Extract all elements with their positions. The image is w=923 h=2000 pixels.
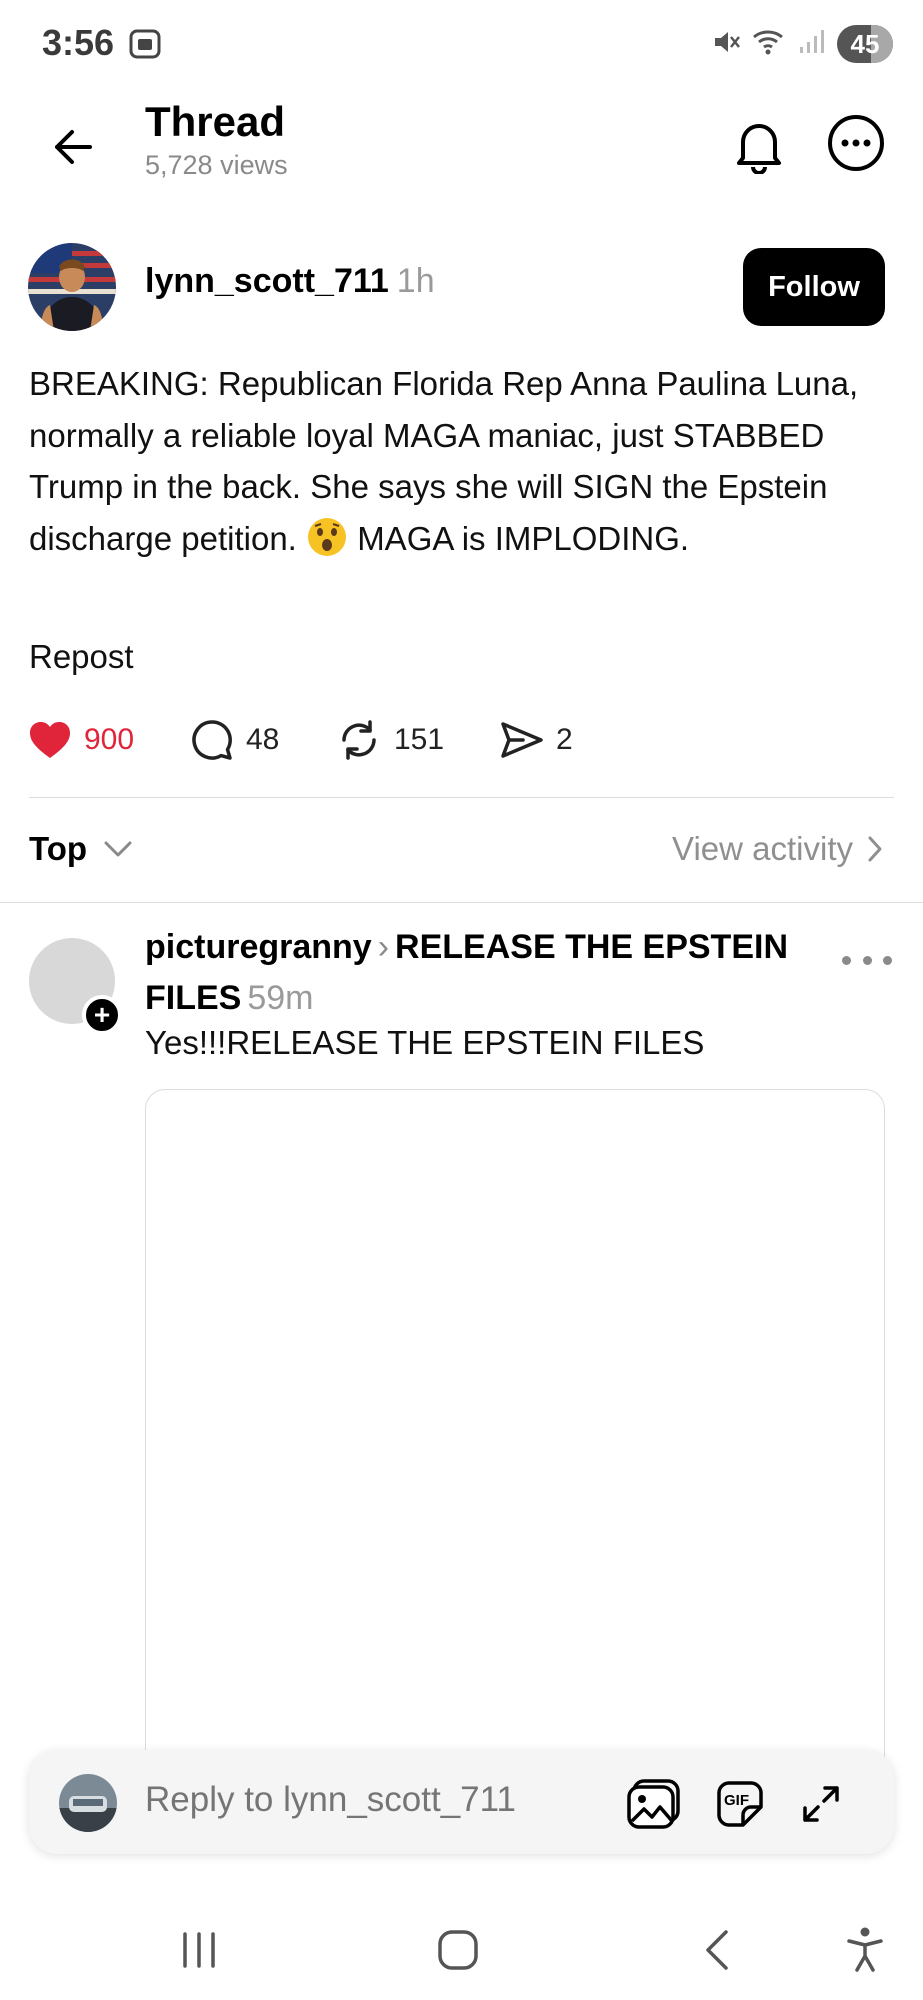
author-row: lynn_scott_711 1h [145,262,435,301]
expand-icon [803,1786,839,1822]
astonished-emoji-icon [306,516,348,558]
dot [842,955,851,965]
recent-apps-icon [183,1932,215,1968]
home-button[interactable] [423,1920,493,1980]
screenshot-icon [128,28,162,60]
battery-indicator: 45 [837,25,893,63]
system-nav-bar [0,1900,923,2000]
repost-label: Repost [29,638,134,675]
reply-more-button[interactable] [842,940,892,980]
home-icon [438,1930,478,1970]
send-icon [501,722,543,758]
arrow-left-icon [55,130,92,164]
system-back-button[interactable] [682,1920,752,1980]
heart-icon [30,722,70,758]
comment-count: 48 [246,723,280,756]
attach-image-button[interactable] [626,1776,682,1832]
bell-icon [737,124,781,174]
repost-count: 151 [394,723,445,756]
user-avatar [59,1774,117,1832]
reply-composer: GIF [29,1750,894,1854]
accessibility-icon [847,1927,883,1972]
post-time: 1h [396,262,435,300]
repost-icon [342,720,376,760]
status-bar: 3:56 45 [0,0,923,90]
status-time: 3:56 [42,22,115,63]
repost-button[interactable]: 151 [336,712,444,768]
post-text-end: MAGA is IMPLODING. [357,519,690,557]
view-count: 5,728 views [145,150,288,180]
comment-icon [192,720,232,760]
divider [0,902,923,903]
chevron-down-icon [104,841,132,857]
notifications-button[interactable] [726,110,792,180]
author-avatar[interactable] [28,243,116,331]
dot [883,955,892,965]
reply-time: 59m [247,979,314,1017]
reply-input[interactable] [145,1780,605,1820]
follow-plus-icon[interactable]: + [82,995,122,1035]
image-icon [627,1779,680,1829]
reply-username[interactable]: picturegranny [145,928,372,966]
share-count: 2 [556,723,573,756]
svg-text:GIF: GIF [724,1792,749,1809]
page-title: Thread [145,98,286,145]
post-actions: 900 48 151 2 [28,712,648,768]
signal-icon [797,27,827,62]
chevron-right-icon: › [377,928,390,966]
chevron-right-icon [868,836,882,862]
sort-row: Top View activity [0,808,923,896]
dot [862,955,872,965]
accessibility-button[interactable] [830,1920,900,1980]
share-button[interactable]: 2 [500,712,573,768]
view-activity-label: View activity [672,830,853,867]
recent-apps-button[interactable] [164,1920,234,1980]
gif-icon: GIF [717,1781,763,1827]
mute-icon [711,27,741,62]
like-count: 900 [84,723,135,756]
more-icon [828,115,884,171]
divider [29,797,894,798]
thread-header: Thread 5,728 views [0,90,923,230]
chevron-left-icon [706,1930,728,1970]
expand-composer-button[interactable] [793,1776,849,1832]
more-options-button[interactable] [823,110,889,176]
wifi-icon [751,27,787,62]
comment-button[interactable]: 48 [190,712,279,768]
author-username[interactable]: lynn_scott_711 [145,262,389,300]
like-button[interactable]: 900 [28,712,134,768]
reply-media[interactable] [145,1089,885,1849]
sort-label: Top [29,830,88,867]
battery-level: 45 [850,28,880,59]
reply-header: picturegranny › RELEASE THE EPSTEIN FILES 5… [145,922,805,1024]
back-button[interactable] [38,112,108,182]
status-icons: 45 [711,22,893,66]
sort-dropdown[interactable]: Top [29,830,133,868]
view-activity-link[interactable]: View activity [672,830,883,868]
gif-button[interactable]: GIF [712,1776,768,1832]
follow-button[interactable]: Follow [743,248,885,326]
post-body: BREAKING: Republican Florida Rep Anna Pa… [29,358,889,564]
reply-text: Yes!!!RELEASE THE EPSTEIN FILES [145,1024,705,1061]
